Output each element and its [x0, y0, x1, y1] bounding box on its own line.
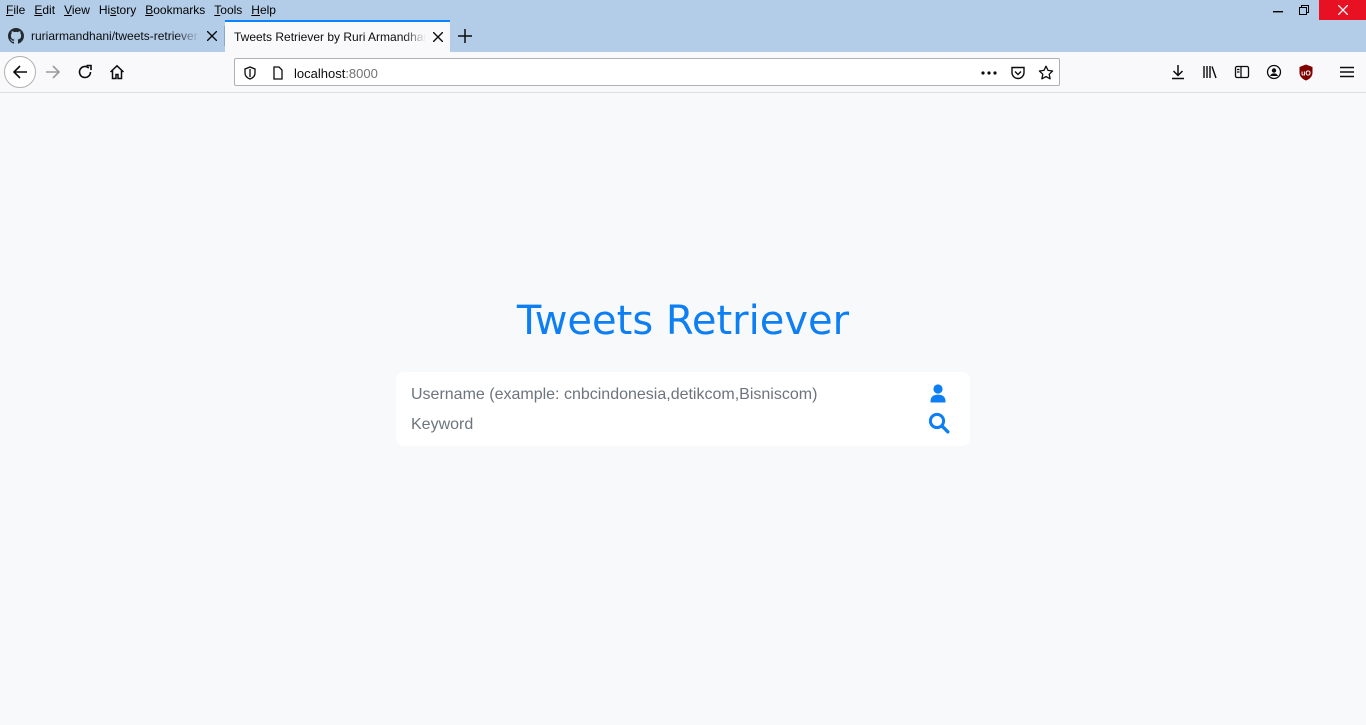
back-button[interactable]: [4, 56, 36, 88]
sidebar-button[interactable]: [1226, 56, 1258, 88]
pocket-button[interactable]: [1009, 64, 1027, 82]
navigation-toolbar: localhost:8000 uO: [0, 52, 1366, 93]
username-input[interactable]: [411, 383, 911, 407]
menu-bar: File Edit View History Bookmarks Tools H…: [0, 0, 1366, 20]
pocket-icon: [1011, 66, 1025, 80]
home-icon: [109, 64, 125, 80]
menu-view[interactable]: View: [64, 3, 90, 17]
downloads-button[interactable]: [1162, 56, 1194, 88]
restore-button[interactable]: [1291, 0, 1317, 20]
ublock-origin-icon: uO: [1299, 64, 1313, 80]
url-host: localhost: [294, 66, 346, 81]
address-bar[interactable]: localhost:8000: [234, 58, 1060, 86]
search-form: [396, 372, 970, 446]
restore-icon: [1299, 5, 1309, 15]
plus-icon: [458, 29, 472, 43]
site-info-button[interactable]: [269, 64, 287, 82]
home-button[interactable]: [101, 56, 133, 88]
minimize-icon: [1273, 11, 1283, 13]
tab-github[interactable]: ruriarmandhani/tweets-retriever: [0, 20, 224, 52]
url-text: localhost:8000: [294, 66, 378, 81]
page-actions-button[interactable]: [980, 64, 998, 82]
app-menu-button[interactable]: [1331, 56, 1363, 88]
close-icon: [207, 31, 217, 41]
reload-icon: [78, 64, 92, 79]
minimize-button[interactable]: [1265, 0, 1291, 20]
more-horizontal-icon: [981, 71, 997, 75]
menu-tools[interactable]: Tools: [214, 3, 242, 17]
page-title: Tweets Retriever: [516, 298, 850, 344]
tab-active[interactable]: Tweets Retriever by Ruri Armandhani: [225, 20, 450, 52]
url-port: :8000: [345, 66, 378, 81]
menu: File Edit View History Bookmarks Tools H…: [6, 3, 285, 17]
close-tab-button[interactable]: [426, 25, 450, 49]
download-icon: [1172, 65, 1184, 80]
star-icon: [1038, 65, 1054, 80]
forward-button[interactable]: [37, 56, 69, 88]
menu-bookmarks[interactable]: Bookmarks: [145, 3, 205, 17]
tab-title: ruriarmandhani/tweets-retriever: [31, 29, 198, 43]
search-icon[interactable]: [928, 412, 950, 434]
page-icon: [273, 66, 283, 80]
tab-strip: ruriarmandhani/tweets-retriever Tweets R…: [0, 20, 1366, 52]
shield-icon: [244, 66, 256, 80]
menu-edit[interactable]: Edit: [34, 3, 55, 17]
close-icon: [1337, 5, 1348, 15]
menu-help[interactable]: Help: [251, 3, 276, 17]
account-icon: [1266, 64, 1282, 80]
tracking-protection-button[interactable]: [241, 64, 259, 82]
sidebar-icon: [1234, 65, 1250, 79]
close-window-button[interactable]: [1319, 0, 1366, 20]
library-icon: [1203, 66, 1217, 79]
window-controls: [1265, 0, 1366, 20]
user-icon: [927, 382, 949, 404]
bookmark-star-button[interactable]: [1037, 64, 1055, 82]
tab-title: Tweets Retriever by Ruri Armandhani: [234, 30, 426, 44]
svg-text:uO: uO: [1301, 70, 1311, 77]
github-icon: [8, 28, 24, 44]
ublock-button[interactable]: uO: [1290, 56, 1322, 88]
new-tab-button[interactable]: [453, 24, 477, 48]
close-tab-button[interactable]: [200, 24, 224, 48]
arrow-left-icon: [12, 65, 27, 79]
keyword-input[interactable]: [411, 413, 911, 437]
arrow-right-icon: [46, 65, 61, 79]
close-icon: [433, 32, 443, 42]
account-button[interactable]: [1258, 56, 1290, 88]
hamburger-menu-icon: [1340, 66, 1354, 78]
library-button[interactable]: [1194, 56, 1226, 88]
menu-history[interactable]: History: [99, 3, 136, 17]
menu-file[interactable]: File: [6, 3, 25, 17]
reload-button[interactable]: [69, 56, 101, 88]
